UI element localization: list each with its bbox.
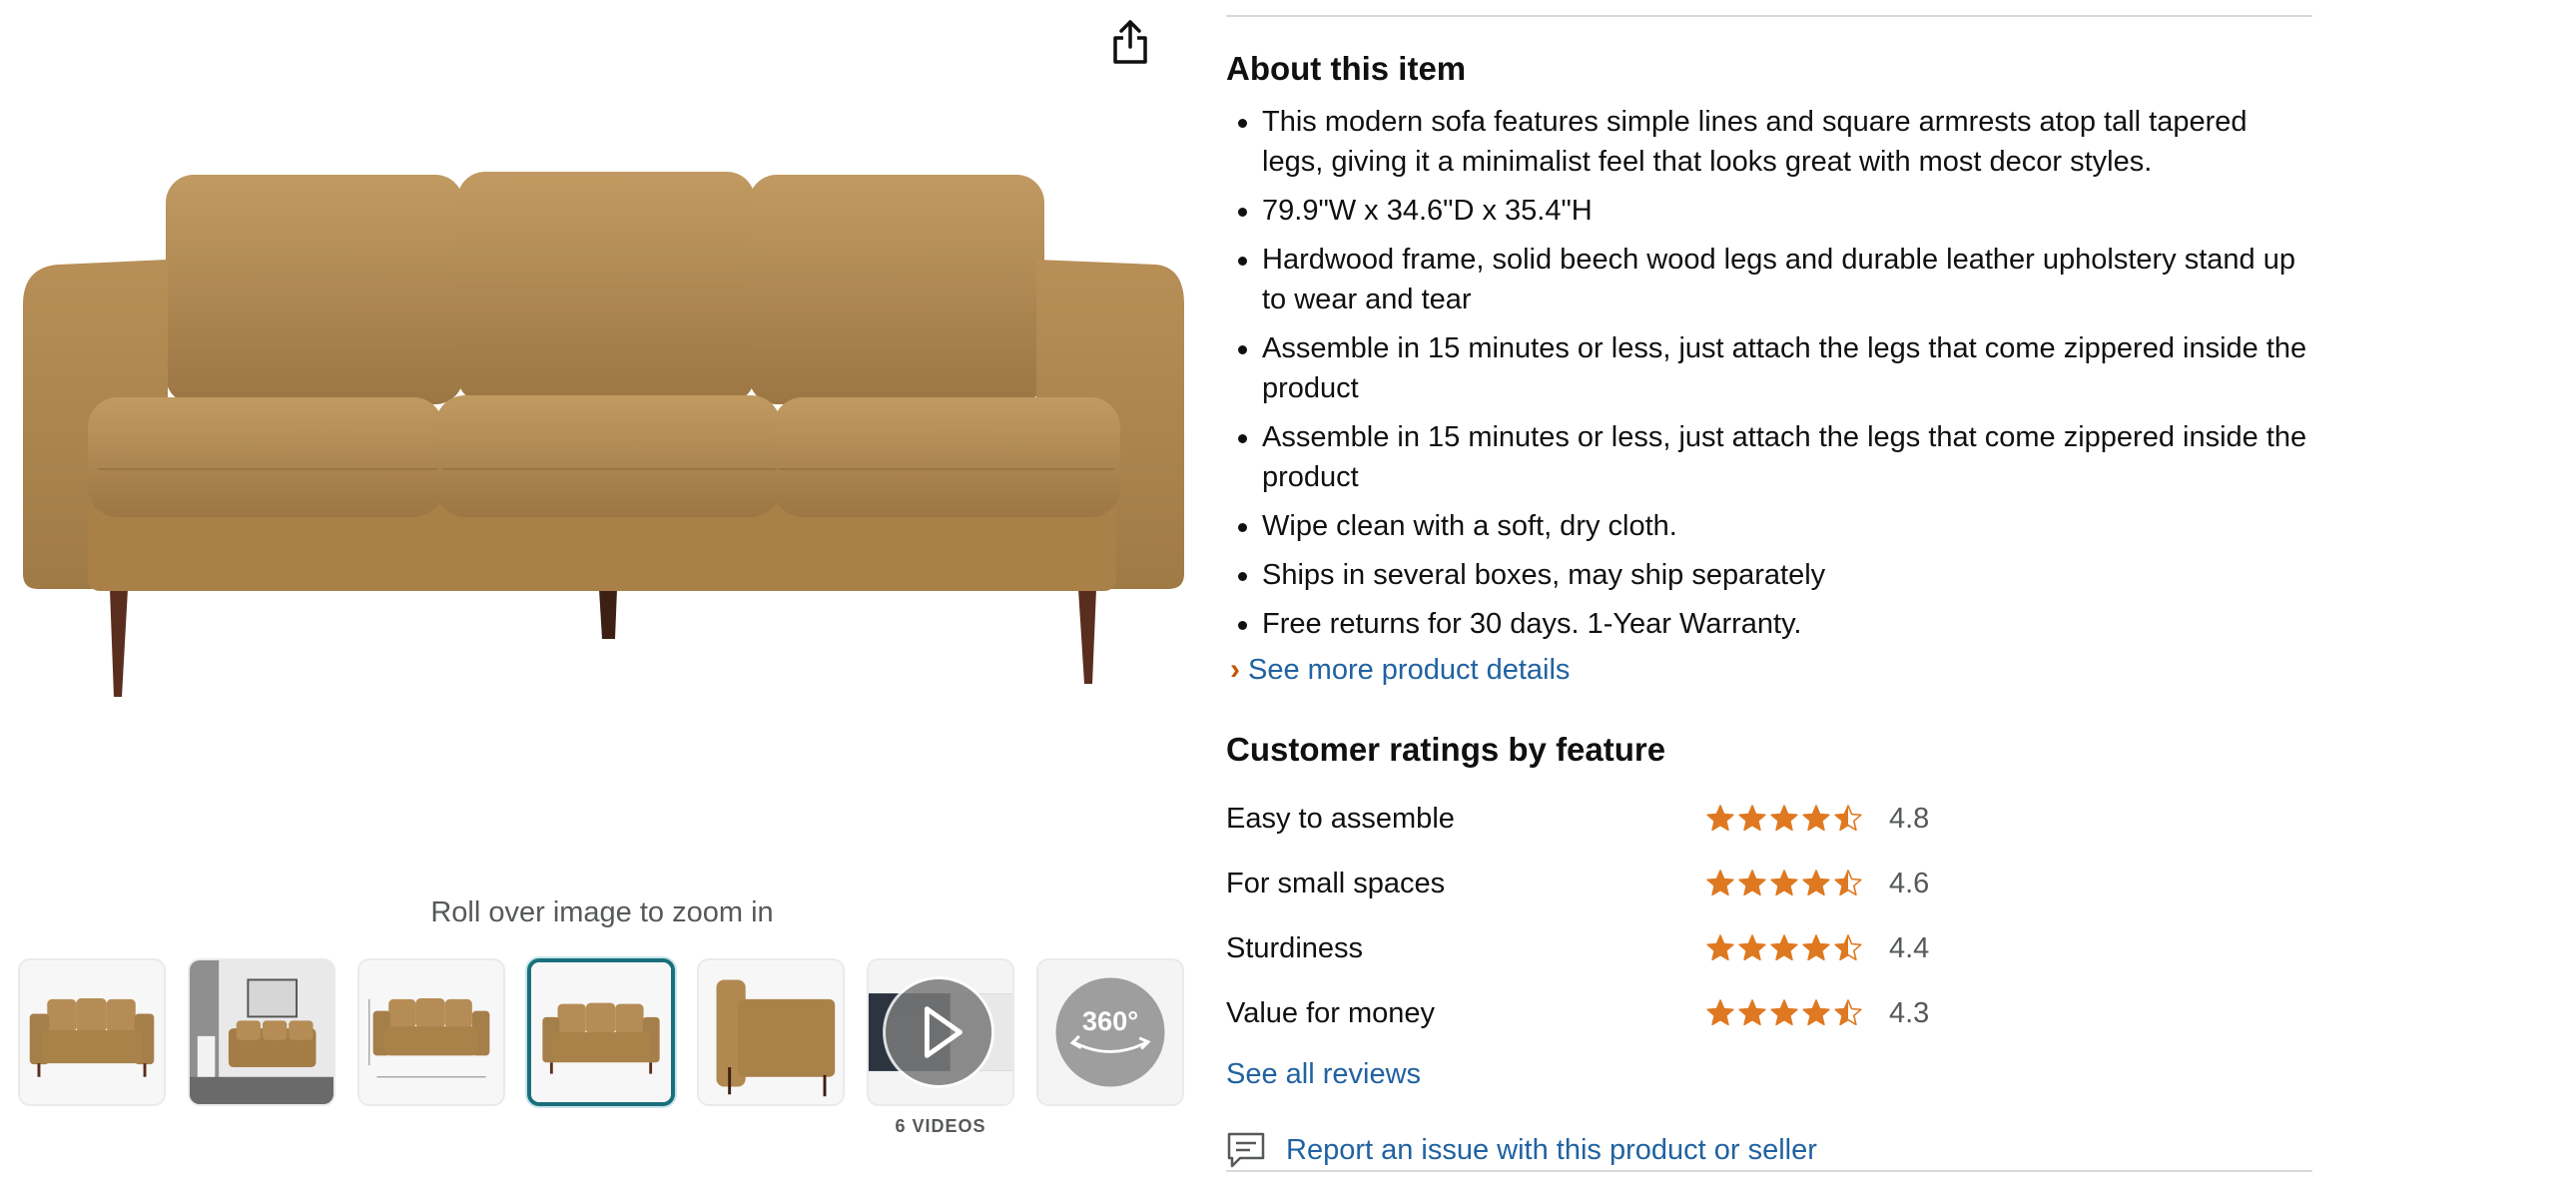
star-rating-icon: [1705, 804, 1863, 834]
feature-bullet: Assemble in 15 minutes or less, just att…: [1226, 328, 2312, 408]
star-icon: [1770, 870, 1798, 896]
star-icon: [1834, 999, 1862, 1026]
star-icon: [1802, 805, 1830, 832]
star-rating-icon: [1705, 998, 1863, 1028]
rating-value: 4.8: [1889, 802, 1930, 835]
thumbnail-strip: 360°: [18, 958, 1184, 1106]
star-icon: [1738, 934, 1766, 961]
star-rating-icon: [1705, 869, 1863, 898]
feature-bullet: This modern sofa features simple lines a…: [1226, 102, 2312, 182]
zoom-hint: Roll over image to zoom in: [430, 896, 774, 928]
star-icon: [1706, 870, 1734, 896]
star-icon: [1834, 870, 1862, 896]
thumb-room-scene[interactable]: [188, 958, 335, 1106]
rating-label: Value for money: [1226, 996, 1436, 1029]
rating-value: 4.3: [1889, 996, 1930, 1029]
star-icon: [1738, 805, 1766, 832]
feature-bullet: Wipe clean with a soft, dry cloth.: [1226, 506, 2312, 546]
star-rating-icon: [1705, 933, 1863, 963]
thumb-side-view[interactable]: [697, 958, 845, 1106]
rating-label: For small spaces: [1226, 867, 1446, 899]
room-scene-icon: [190, 960, 333, 1104]
star-icon: [1706, 805, 1734, 832]
feature-bullet: 79.9"W x 34.6"D x 35.4"H: [1226, 191, 2312, 231]
sofa-thumbnail-icon: [531, 962, 671, 1102]
share-button[interactable]: [1098, 14, 1162, 70]
star-icon: [1802, 934, 1830, 961]
chevron-right-icon: ›: [1230, 653, 1240, 686]
see-all-reviews-link[interactable]: See all reviews: [1226, 1058, 1421, 1091]
play-video-icon: [869, 960, 1012, 1104]
rating-value: 4.6: [1889, 867, 1930, 899]
divider: [1226, 1170, 2312, 1172]
divider: [1226, 15, 2312, 17]
share-icon: [1113, 20, 1147, 64]
thumb-front-view-selected[interactable]: [527, 958, 675, 1106]
star-icon: [1770, 999, 1798, 1026]
star-icon: [1738, 870, 1766, 896]
about-title: About this item: [1226, 50, 1467, 87]
feature-bullet: Ships in several boxes, may ship separat…: [1226, 555, 2312, 595]
rating-value: 4.4: [1889, 931, 1930, 964]
star-icon: [1706, 999, 1734, 1026]
star-icon: [1834, 805, 1862, 832]
report-issue-label: Report an issue with this product or sel…: [1286, 1133, 1817, 1166]
star-icon: [1770, 934, 1798, 961]
star-icon: [1770, 805, 1798, 832]
thumb-videos[interactable]: [867, 958, 1014, 1106]
sofa-illustration: [23, 172, 1184, 697]
see-more-details-link[interactable]: › See more product details: [1230, 653, 1570, 687]
star-icon: [1802, 870, 1830, 896]
ratings-title: Customer ratings by feature: [1226, 731, 1666, 768]
sofa-thumbnail-icon: [20, 960, 164, 1104]
rating-label: Easy to assemble: [1226, 802, 1455, 835]
rating-row: Easy to assemble 4.8: [1226, 799, 2025, 839]
feature-bullet: Free returns for 30 days. 1-Year Warrant…: [1226, 604, 2312, 644]
feature-bullet-list: This modern sofa features simple lines a…: [1226, 102, 2312, 653]
feedback-icon: [1227, 1132, 1265, 1168]
svg-text:360°: 360°: [1082, 1005, 1138, 1036]
thumb-dimensions[interactable]: [357, 958, 505, 1106]
feature-bullet: Assemble in 15 minutes or less, just att…: [1226, 417, 2312, 497]
star-icon: [1738, 999, 1766, 1026]
rating-row: For small spaces 4.6: [1226, 864, 2025, 903]
main-product-image[interactable]: [18, 160, 1186, 699]
see-more-details-label: See more product details: [1248, 653, 1571, 686]
star-icon: [1802, 999, 1830, 1026]
thumb-front-view[interactable]: [18, 958, 166, 1106]
videos-count-label: 6 VIDEOS: [895, 1116, 986, 1136]
star-icon: [1706, 934, 1734, 961]
rating-label: Sturdiness: [1226, 931, 1364, 964]
feature-bullet: Hardwood frame, solid beech wood legs an…: [1226, 240, 2312, 319]
dimensions-icon: [359, 960, 503, 1104]
report-issue-link[interactable]: Report an issue with this product or sel…: [1226, 1130, 1817, 1170]
rating-row: Sturdiness 4.4: [1226, 928, 2025, 968]
rotate-360-icon: 360°: [1038, 960, 1182, 1104]
side-view-icon: [699, 960, 843, 1104]
thumb-360-view[interactable]: 360°: [1036, 958, 1184, 1106]
rating-row: Value for money 4.3: [1226, 993, 2025, 1033]
star-icon: [1834, 934, 1862, 961]
